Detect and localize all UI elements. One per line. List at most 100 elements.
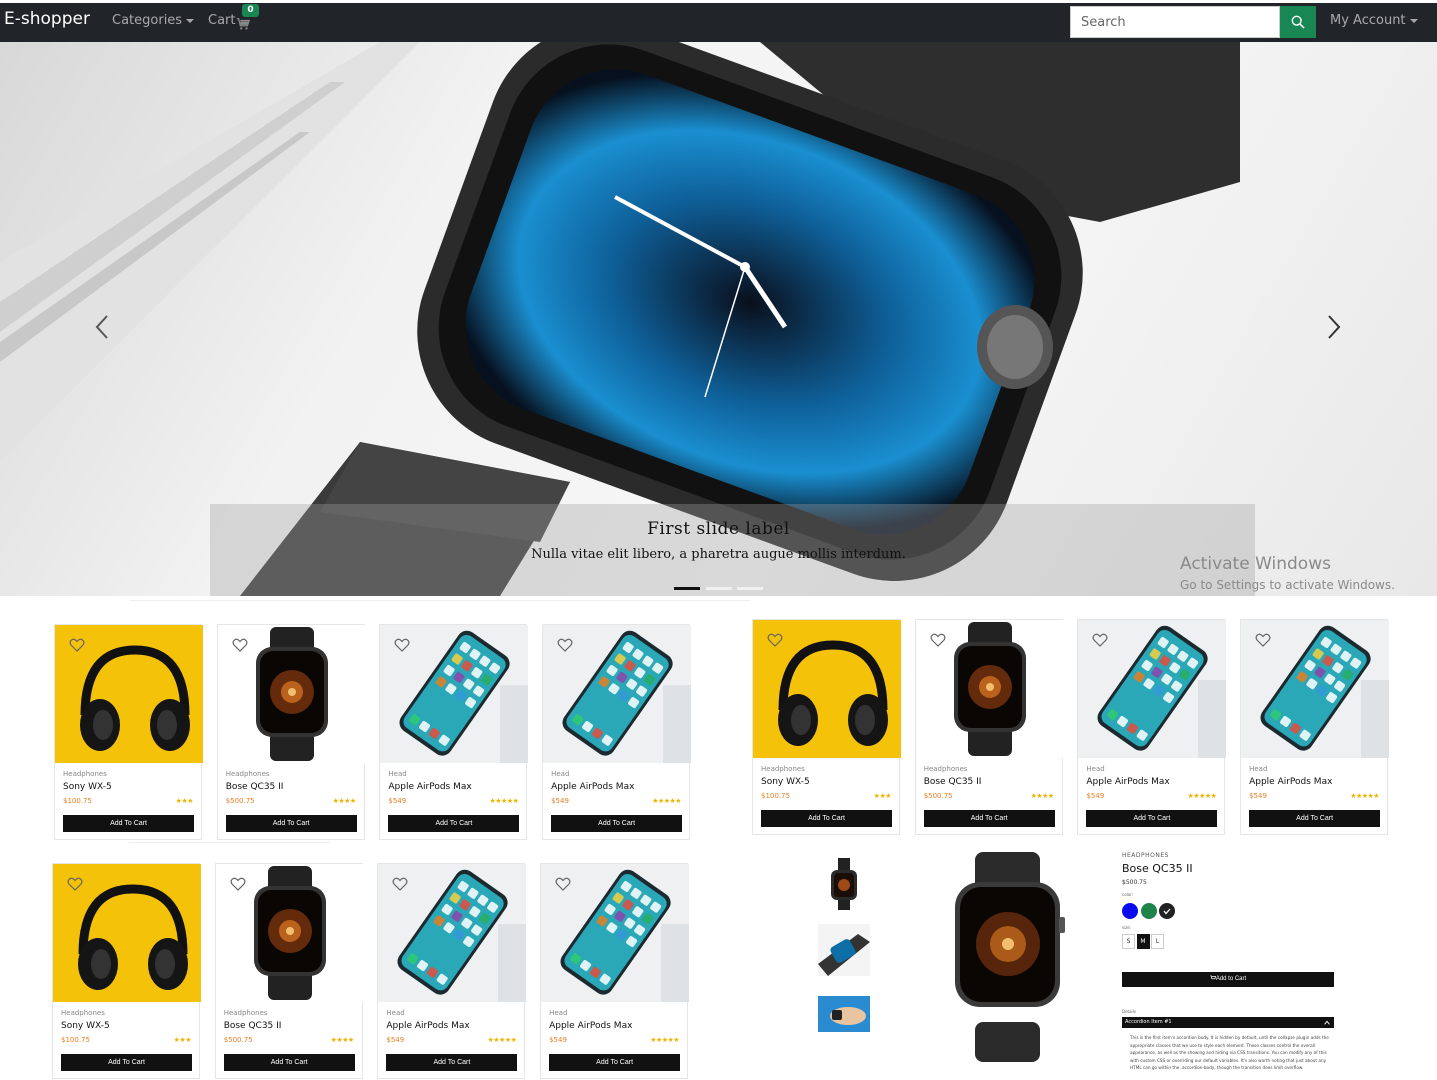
product-card[interactable]: Head Apple AirPods Max $549 ★★★★★ Add To Car… [1240, 619, 1390, 835]
rating-stars: ★★★ [873, 792, 892, 800]
add-to-cart-button[interactable]: Add To Cart [549, 1054, 681, 1071]
heart-icon[interactable] [557, 637, 573, 653]
rating-stars: ★★★★★ [652, 797, 682, 805]
heart-icon[interactable] [392, 876, 408, 892]
watch-thumbnail-image [831, 858, 857, 910]
product-card[interactable]: Head Apple AirPods Max $549 ★★★★★ Add To Car… [540, 863, 690, 1079]
add-to-cart-button[interactable]: Add To Cart [386, 1054, 518, 1071]
add-to-cart-button[interactable]: Add To Cart [761, 810, 892, 827]
heart-icon[interactable] [232, 637, 248, 653]
brand-logo[interactable]: E-shopper [4, 9, 90, 29]
rating-stars: ★★★★ [1030, 792, 1055, 800]
product-price: $500.75 [923, 792, 953, 800]
heart-icon[interactable] [67, 876, 83, 892]
size-option[interactable]: S [1122, 934, 1135, 949]
windows-watermark-title: Activate Windows [1180, 554, 1331, 574]
product-card[interactable]: Headphones Sony WX-5 $100.75 ★★★ Add To Cart [54, 624, 203, 840]
product-category: Headphones [225, 770, 270, 778]
size-option[interactable]: L [1151, 934, 1164, 949]
add-to-cart-button[interactable]: Add To Cart [388, 815, 520, 832]
product-name[interactable]: Apple AirPods Max [386, 1021, 469, 1031]
add-to-cart-button[interactable]: Add To Cart [63, 815, 194, 832]
product-name[interactable]: Apple AirPods Max [1086, 777, 1169, 787]
product-name[interactable]: Bose QC35 II [226, 782, 284, 792]
product-name[interactable]: Bose QC35 II [924, 777, 982, 787]
add-to-cart-button[interactable]: Add To Cart [225, 815, 357, 832]
watch-angle-thumbnail-image [818, 924, 870, 976]
cart-icon[interactable] [236, 17, 250, 31]
product-name[interactable]: Sony WX-5 [761, 777, 810, 787]
accordion-body: This is the first item's accordion body.… [1130, 1035, 1329, 1070]
my-account-dropdown[interactable]: My Account [1330, 13, 1418, 28]
product-category: Head [551, 770, 570, 778]
cart-count-badge: 0 [242, 4, 259, 17]
product-card[interactable]: Head Apple AirPods Max $549 ★★★★★ Add To Car… [379, 624, 529, 840]
chevron-down-icon [186, 18, 195, 23]
add-to-cart-button[interactable]: Add To Cart [551, 815, 683, 832]
detail-watch-image [955, 852, 1065, 1062]
windows-watermark-subtitle: Go to Settings to activate Windows. [1180, 578, 1395, 592]
heart-icon[interactable] [767, 632, 783, 648]
carousel-indicator-1[interactable] [674, 587, 700, 590]
search-icon [1291, 15, 1305, 29]
add-to-cart-button[interactable]: Add To Cart [223, 1054, 355, 1071]
color-swatch[interactable] [1122, 903, 1138, 919]
thumbnail-hand[interactable] [818, 996, 870, 1032]
divider [130, 600, 750, 601]
rating-stars: ★★★★★ [650, 1036, 680, 1044]
product-card[interactable]: Headphones Bose QC35 II $500.75 ★★★★ Add To … [214, 863, 364, 1079]
product-name[interactable]: Bose QC35 II [224, 1021, 282, 1031]
product-category: Head [386, 1009, 405, 1017]
color-swatch[interactable] [1159, 903, 1175, 919]
add-to-cart-button[interactable]: Add To Cart [61, 1054, 192, 1071]
add-to-cart-button[interactable]: Add To Cart [923, 810, 1055, 827]
heart-icon[interactable] [555, 876, 571, 892]
thumbnail-watch[interactable] [818, 858, 870, 910]
thumbnail-watch-angle[interactable] [818, 924, 870, 976]
product-name[interactable]: Apple AirPods Max [1249, 777, 1332, 787]
product-name[interactable]: Apple AirPods Max [549, 1021, 632, 1031]
product-name[interactable]: Apple AirPods Max [551, 782, 634, 792]
chevron-up-icon [1324, 1020, 1330, 1025]
rating-stars: ★★★★★ [489, 797, 519, 805]
heart-icon[interactable] [69, 637, 85, 653]
heart-icon[interactable] [1092, 632, 1108, 648]
product-card[interactable]: Headphones Bose QC35 II $500.75 ★★★★ Add To … [216, 624, 366, 840]
heart-icon[interactable] [930, 632, 946, 648]
product-card[interactable]: Head Apple AirPods Max $549 ★★★★★ Add To Car… [377, 863, 527, 1079]
detail-category: HEADPHONES [1122, 852, 1169, 859]
cart-link[interactable]: Cart [208, 13, 236, 28]
color-swatch[interactable] [1140, 903, 1157, 919]
product-name[interactable]: Sony WX-5 [63, 782, 112, 792]
detail-add-to-cart-button[interactable]: Add to Cart [1122, 972, 1334, 987]
product-name[interactable]: Apple AirPods Max [388, 782, 471, 792]
heart-icon[interactable] [1255, 632, 1271, 648]
product-category: Headphones [63, 770, 107, 778]
add-to-cart-button[interactable]: Add To Cart [1249, 810, 1381, 827]
rating-stars: ★★★★★ [1187, 792, 1217, 800]
add-to-cart-button[interactable]: Add To Cart [1086, 810, 1218, 827]
search-button[interactable] [1280, 6, 1316, 38]
product-category: Headphones [923, 765, 968, 773]
product-category: Headphones [761, 765, 805, 773]
product-card[interactable]: Headphones Bose QC35 II $500.75 ★★★★ Add To … [914, 619, 1064, 835]
product-card[interactable]: Headphones Sony WX-5 $100.75 ★★★ Add To Cart [52, 863, 201, 1079]
carousel-prev-icon[interactable] [92, 312, 112, 342]
carousel-indicator-3[interactable] [737, 587, 763, 590]
accordion-header[interactable]: Accordion Item #1 [1122, 1017, 1334, 1028]
product-name[interactable]: Sony WX-5 [61, 1021, 110, 1031]
product-card[interactable]: Head Apple AirPods Max $549 ★★★★★ Add To Car… [1077, 619, 1227, 835]
product-card[interactable]: Headphones Sony WX-5 $100.75 ★★★ Add To Cart [752, 619, 901, 835]
details-label: Details [1122, 1009, 1136, 1014]
heart-icon[interactable] [230, 876, 246, 892]
product-price: $549 [1249, 792, 1267, 800]
carousel-indicator-2[interactable] [706, 587, 732, 590]
categories-dropdown[interactable]: Categories [112, 13, 195, 28]
search-input[interactable] [1070, 6, 1280, 38]
product-card[interactable]: Head Apple AirPods Max $549 ★★★★★ Add To Car… [542, 624, 692, 840]
product-price: $500.75 [225, 797, 255, 805]
heart-icon[interactable] [394, 637, 410, 653]
size-option[interactable]: M [1136, 934, 1150, 949]
size-label: size: [1122, 925, 1132, 930]
carousel-next-icon[interactable] [1324, 312, 1344, 342]
